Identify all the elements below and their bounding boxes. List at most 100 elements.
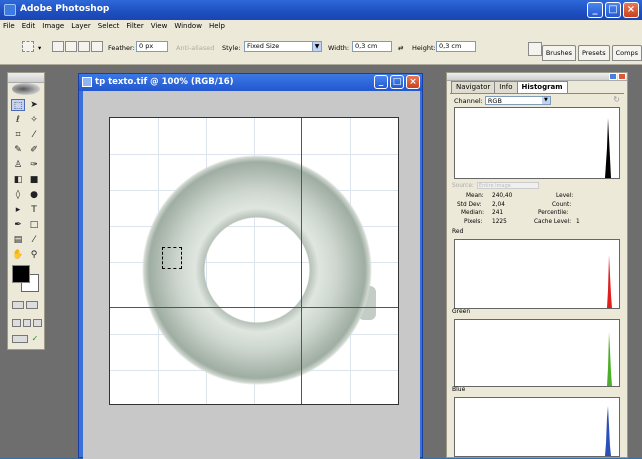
- level-label: Level:: [556, 193, 574, 199]
- palette-well-comps[interactable]: Comps: [611, 45, 642, 61]
- full-screen-menu-mode-icon[interactable]: [22, 319, 32, 327]
- menu-bar: File Edit Image Layer Select Filter View…: [0, 20, 642, 33]
- green-histogram: [454, 319, 620, 387]
- notes-tool-icon[interactable]: ▤: [11, 234, 25, 246]
- quick-mask-row: [12, 301, 42, 309]
- standard-mode-icon[interactable]: [12, 301, 24, 309]
- height-input[interactable]: 0,3 cm: [436, 41, 476, 52]
- jump-to-imageready-icon[interactable]: [12, 335, 28, 343]
- style-label: Style:: [222, 44, 241, 52]
- vertical-guide[interactable]: [301, 118, 302, 404]
- red-channel-label: Red: [452, 228, 464, 235]
- crop-tool-icon[interactable]: ⌗: [11, 129, 25, 141]
- maximize-button[interactable]: □: [605, 2, 621, 18]
- tab-info[interactable]: Info: [494, 81, 518, 93]
- chevron-down-icon: ▼: [312, 42, 321, 51]
- menu-window[interactable]: Window: [174, 20, 202, 33]
- doc-close-button[interactable]: ×: [406, 75, 420, 89]
- dodge-tool-icon[interactable]: ●: [27, 189, 41, 201]
- feather-input[interactable]: 0 px: [136, 41, 168, 52]
- jump-to-row: ✓: [12, 335, 42, 343]
- subtract-selection-icon[interactable]: [78, 41, 90, 52]
- blue-histogram: [454, 397, 620, 457]
- clone-stamp-tool-icon[interactable]: ♙: [11, 159, 25, 171]
- full-screen-mode-icon[interactable]: [33, 319, 43, 327]
- marquee-preset-icon[interactable]: [22, 41, 34, 52]
- eyedropper-tool-icon[interactable]: ⁄: [27, 234, 41, 246]
- rgb-histogram-graph: [605, 118, 611, 178]
- doc-minimize-button[interactable]: _: [374, 75, 388, 89]
- gradient-tool-icon[interactable]: ■: [27, 174, 41, 186]
- preset-dropdown-icon[interactable]: ▾: [38, 44, 41, 52]
- add-selection-icon[interactable]: [65, 41, 77, 52]
- swap-dimensions-icon[interactable]: ⇄: [398, 44, 403, 52]
- menu-edit[interactable]: Edit: [22, 20, 36, 33]
- adobe-feather-icon[interactable]: [12, 83, 40, 95]
- blur-tool-icon[interactable]: ◊: [11, 189, 25, 201]
- marquee-selection[interactable]: [162, 247, 182, 269]
- palette-well-brushes[interactable]: Brushes: [541, 45, 576, 61]
- toolbox-header[interactable]: [8, 73, 44, 83]
- histogram-content: Channel: RGB ▼ ↻ Source: Entire Image Me…: [450, 93, 624, 457]
- foreground-color-swatch[interactable]: [12, 265, 30, 283]
- tab-histogram[interactable]: Histogram: [516, 81, 568, 93]
- document-title-bar[interactable]: tp texto.tif @ 100% (RGB/16) _ □ ×: [79, 74, 422, 91]
- blue-channel-label: Blue: [452, 386, 466, 393]
- menu-select[interactable]: Select: [98, 20, 120, 33]
- zoom-tool-icon[interactable]: ⚲: [27, 249, 41, 261]
- tab-navigator[interactable]: Navigator: [451, 81, 496, 93]
- width-input[interactable]: 0,3 cm: [352, 41, 392, 52]
- lasso-tool-icon[interactable]: ℓ: [11, 114, 25, 126]
- new-selection-icon[interactable]: [52, 41, 64, 52]
- palette-close-button[interactable]: [618, 73, 626, 80]
- doc-maximize-button[interactable]: □: [390, 75, 404, 89]
- pen-tool-icon[interactable]: ✒: [11, 219, 25, 231]
- horizontal-guide[interactable]: [110, 307, 398, 308]
- close-button[interactable]: ×: [623, 2, 639, 18]
- intersect-selection-icon[interactable]: [91, 41, 103, 52]
- antialiased-checkbox[interactable]: Anti-aliased: [176, 44, 214, 52]
- feather-label: Feather:: [108, 44, 135, 52]
- menu-view[interactable]: View: [151, 20, 168, 33]
- standard-screen-mode-icon[interactable]: [12, 319, 21, 327]
- quick-mask-mode-icon[interactable]: [26, 301, 38, 309]
- eraser-tool-icon[interactable]: ◧: [11, 174, 25, 186]
- path-selection-tool-icon[interactable]: ▸: [11, 204, 25, 216]
- shape-tool-icon[interactable]: □: [27, 219, 41, 231]
- rectangular-marquee-tool-icon[interactable]: ⬚: [11, 99, 25, 111]
- menu-file[interactable]: File: [3, 20, 15, 33]
- app-title-bar: Adobe Photoshop _ □ ×: [0, 0, 642, 20]
- green-channel-label: Green: [452, 308, 471, 315]
- palette-well: Brushes Presets Comps: [541, 45, 642, 61]
- hand-tool-icon[interactable]: ✋: [11, 249, 25, 261]
- minimize-button[interactable]: _: [587, 2, 603, 18]
- menu-layer[interactable]: Layer: [71, 20, 91, 33]
- magic-wand-tool-icon[interactable]: ✧: [27, 114, 41, 126]
- palette-header[interactable]: [447, 73, 627, 81]
- menu-image[interactable]: Image: [42, 20, 64, 33]
- donut-image: [142, 154, 372, 386]
- channel-select[interactable]: RGB ▼: [484, 96, 551, 105]
- menu-help[interactable]: Help: [209, 20, 225, 33]
- median-value: 241: [492, 210, 504, 216]
- refresh-icon[interactable]: ↻: [613, 95, 620, 104]
- palette-minimize-button[interactable]: [609, 73, 617, 80]
- image-canvas[interactable]: [109, 117, 399, 405]
- style-select[interactable]: Fixed Size ▼: [244, 41, 322, 52]
- histogram-palette: Navigator Info Histogram Channel: RGB ▼ …: [446, 72, 628, 458]
- channel-value: RGB: [487, 97, 502, 105]
- move-tool-icon[interactable]: ➤: [27, 99, 41, 111]
- slice-tool-icon[interactable]: ⁄: [27, 129, 41, 141]
- brush-tool-icon[interactable]: ✐: [27, 144, 41, 156]
- type-tool-icon[interactable]: T: [27, 204, 41, 216]
- stddev-label: Std Dev:: [457, 201, 482, 208]
- mean-value: 240,40: [492, 193, 513, 199]
- palette-well-presets[interactable]: Presets: [577, 45, 610, 61]
- photoshop-app: Adobe Photoshop _ □ × File Edit Image La…: [0, 0, 642, 459]
- history-brush-tool-icon[interactable]: ✑: [27, 159, 41, 171]
- source-label: Source:: [452, 183, 474, 189]
- go-to-bridge-icon[interactable]: [528, 42, 542, 56]
- healing-brush-tool-icon[interactable]: ✎: [11, 144, 25, 156]
- menu-filter[interactable]: Filter: [126, 20, 143, 33]
- source-select[interactable]: Entire Image: [476, 182, 539, 189]
